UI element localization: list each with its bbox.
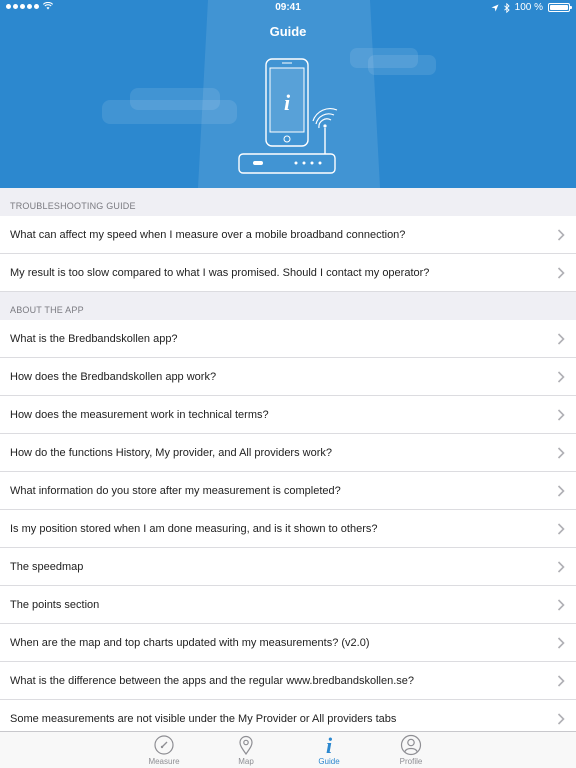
list-item[interactable]: My result is too slow compared to what I… [0,254,576,292]
chevron-right-icon [557,561,565,573]
chevron-right-icon [557,447,565,459]
list-item[interactable]: How does the measurement work in technic… [0,396,576,434]
status-time: 09:41 [275,2,301,13]
chevron-right-icon [557,371,565,383]
map-pin-icon [239,735,253,756]
tab-profile[interactable]: Profile [381,734,441,766]
list-item[interactable]: What information do you store after my m… [0,472,576,510]
chevron-right-icon [557,229,565,241]
chevron-right-icon [557,675,565,687]
list-item-label: What is the Bredbandskollen app? [10,332,178,345]
chevron-right-icon [557,333,565,345]
list-item[interactable]: The points section [0,586,576,624]
chevron-right-icon [557,599,565,611]
tab-label: Map [238,757,254,766]
list-item[interactable]: The speedmap [0,548,576,586]
guide-list[interactable]: TROUBLESHOOTING GUIDE What can affect my … [0,188,576,731]
status-bar: 09:41 100 % [0,0,576,16]
tab-map[interactable]: Map [216,734,276,766]
bluetooth-icon [503,2,510,13]
list-item-label: How do the functions History, My provide… [10,446,332,459]
tab-label: Measure [148,757,180,766]
chevron-right-icon [557,523,565,535]
list-item-label: The points section [10,598,100,611]
chevron-right-icon [557,485,565,497]
list-item-label: Is my position stored when I am done mea… [10,522,378,535]
location-arrow-icon [491,4,499,11]
page-title: Guide [269,24,307,39]
list-item-label: What is the difference between the apps … [10,674,414,687]
svg-text:i: i [326,734,333,756]
header: 09:41 100 % Guide i [0,0,576,188]
list-item[interactable]: What is the Bredbandskollen app? [0,320,576,358]
battery-percentage: 100 % [514,2,543,13]
list-item[interactable]: Some measurements are not visible under … [0,700,576,731]
battery-icon [548,3,572,12]
list-item[interactable]: Is my position stored when I am done mea… [0,510,576,548]
list-item-label: The speedmap [10,560,84,573]
info-icon: i [326,734,333,756]
list-item[interactable]: What is the difference between the apps … [0,662,576,700]
list-item-label: What information do you store after my m… [10,484,341,497]
list-item-label: My result is too slow compared to what I… [10,266,430,279]
list-item-label: What can affect my speed when I measure … [10,228,406,241]
tab-guide[interactable]: i Guide [299,734,359,766]
list-item[interactable]: What can affect my speed when I measure … [0,216,576,254]
list-item[interactable]: How does the Bredbandskollen app work? [0,358,576,396]
tab-label: Guide [318,757,340,766]
speedometer-icon [154,735,174,755]
list-item-label: When are the map and top charts updated … [10,636,370,649]
phone-illustration: i [265,58,309,147]
chevron-right-icon [557,713,565,725]
section-header: ABOUT THE APP [0,292,576,320]
list-item-label: Some measurements are not visible under … [10,712,397,725]
tab-bar: Measure Map i Guide Profile [0,731,576,768]
profile-icon [400,734,422,756]
list-item-label: How does the Bredbandskollen app work? [10,370,217,383]
chevron-right-icon [557,267,565,279]
list-item[interactable]: When are the map and top charts updated … [0,624,576,662]
section-header: TROUBLESHOOTING GUIDE [0,188,576,216]
info-icon: i [284,90,291,115]
list-item[interactable]: How do the functions History, My provide… [0,434,576,472]
chevron-right-icon [557,409,565,421]
list-item-label: How does the measurement work in technic… [10,408,269,421]
tab-label: Profile [399,757,423,766]
tab-measure[interactable]: Measure [134,734,194,766]
status-right: 100 % [491,2,572,13]
chevron-right-icon [557,637,565,649]
phone-router-illustration: i [238,58,338,174]
